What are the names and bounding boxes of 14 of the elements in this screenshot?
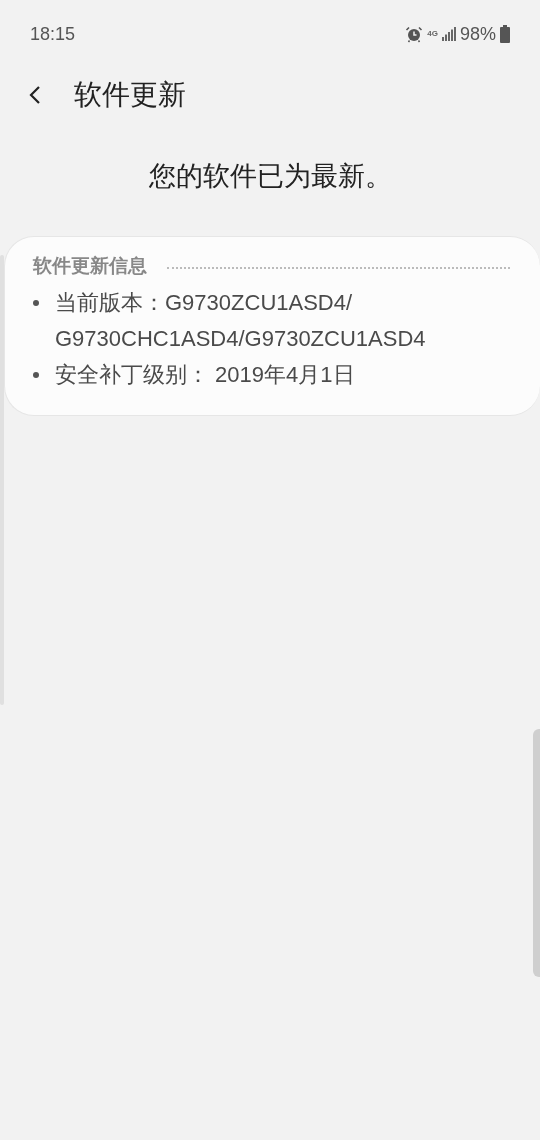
- network-type-label: 4G: [427, 30, 438, 38]
- card-title: 软件更新信息: [33, 254, 147, 278]
- status-time: 18:15: [30, 23, 76, 45]
- info-text: 安全补丁级别： 2019年4月1日: [55, 361, 355, 389]
- signal-icon: [441, 27, 456, 41]
- battery-percent: 98%: [459, 23, 496, 45]
- bullet-icon: [33, 300, 39, 306]
- status-message: 您的软件已为最新。: [147, 160, 393, 193]
- page-title: 软件更新: [74, 78, 186, 112]
- bullet-icon: [33, 372, 39, 378]
- edge-panel-handle[interactable]: [533, 729, 540, 977]
- battery-icon: [500, 25, 510, 43]
- info-text: 当前版本：G9730ZCU1ASD4/G9730CHC1ASD4/G9730ZCU1ASD4: [55, 289, 427, 353]
- alarm-icon: [405, 25, 424, 43]
